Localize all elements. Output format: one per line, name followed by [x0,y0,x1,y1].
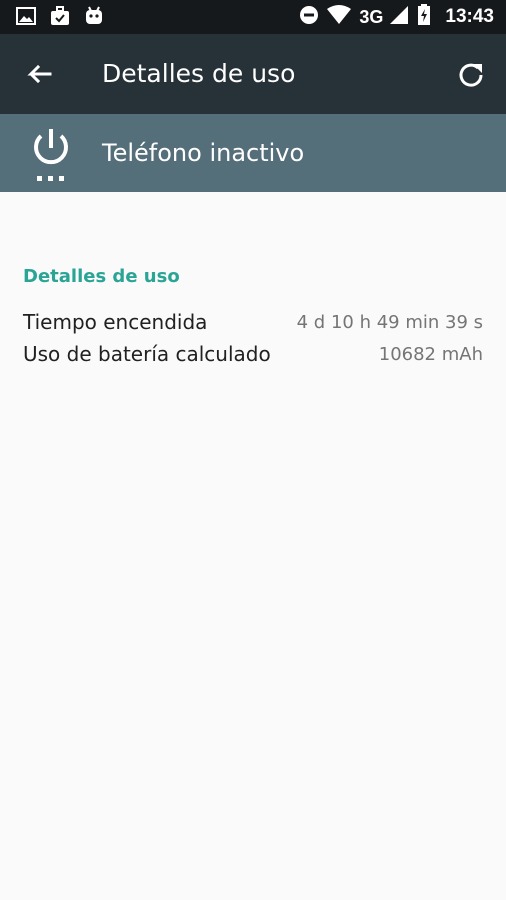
status-bar: 3G 13:43 [0,0,506,34]
header-title: Teléfono inactivo [102,139,305,167]
list-item-label: Tiempo encendida [23,310,208,334]
clock: 13:43 [445,6,494,27]
section-title: Detalles de uso [23,266,180,287]
app-toolbar: Detalles de uso [0,34,506,114]
app-header: Teléfono inactivo [0,114,506,192]
refresh-button[interactable] [456,60,486,90]
wifi-icon [327,5,352,29]
list-item: Tiempo encendida 4 d 10 h 49 min 39 s [23,306,483,338]
android-icon [84,6,104,30]
list-item: Uso de batería calculado 10682 mAh [23,338,483,370]
back-button[interactable] [24,60,54,90]
list-item-label: Uso de batería calculado [23,342,271,366]
list-item-value: 4 d 10 h 49 min 39 s [296,311,483,333]
network-type: 3G [359,7,384,27]
list-item-value: 10682 mAh [378,343,483,365]
briefcase-icon [50,6,70,30]
status-bar-system: 3G 13:43 [299,4,494,30]
arrow-back-icon [24,64,54,94]
image-icon [16,7,36,29]
refresh-icon [456,63,486,94]
toolbar-title: Detalles de uso [102,59,296,88]
signal-icon [389,5,409,29]
battery-charging-icon [417,4,431,30]
do-not-disturb-icon [299,5,319,29]
status-bar-notifications [16,6,104,30]
power-icon [28,126,74,182]
